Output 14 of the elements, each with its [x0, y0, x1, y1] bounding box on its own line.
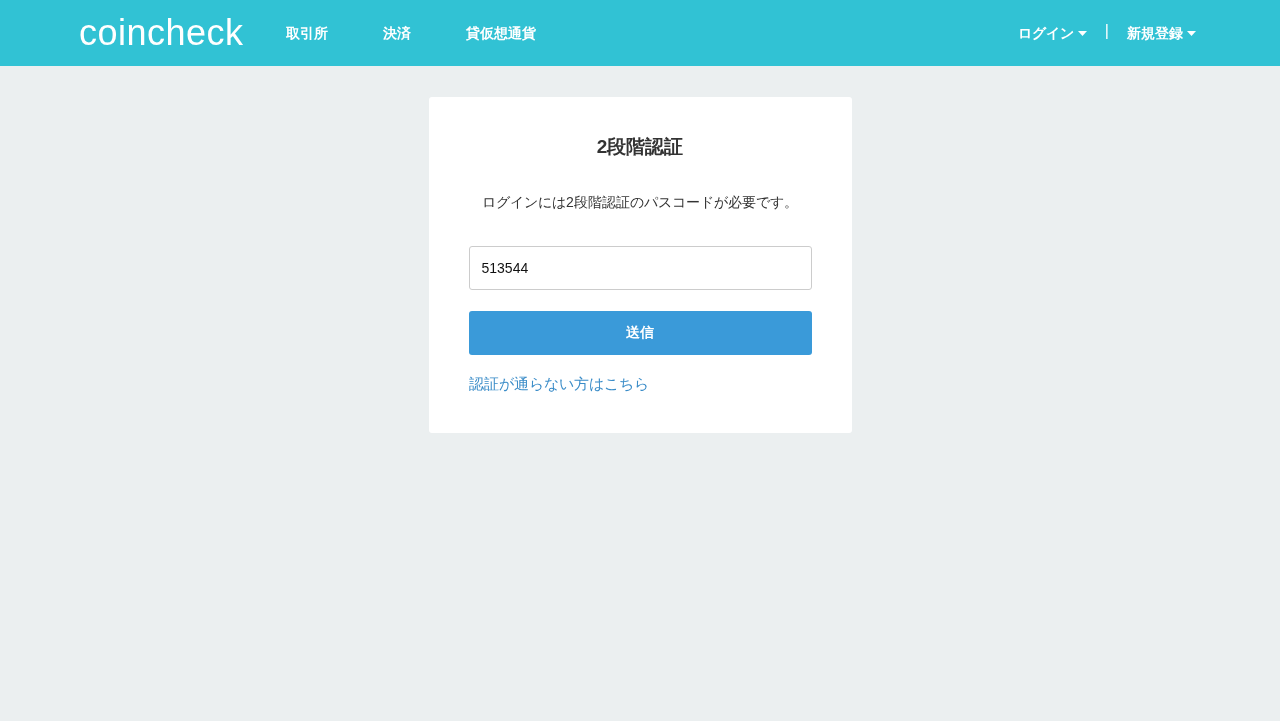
caret-icon — [1187, 30, 1196, 36]
caret-icon — [1077, 30, 1087, 36]
card-title: 2段階認証 — [595, 135, 685, 159]
nav-link[interactable]: 貸仮想通貨 — [465, 22, 536, 44]
nav-link[interactable]: 取引所 — [285, 22, 328, 44]
dropdown-menu-button[interactable]: ログイン — [1017, 22, 1087, 44]
site-logo[interactable]: coincheck — [79, 15, 244, 51]
submit-button[interactable]: 送信 — [468, 310, 812, 355]
nav-link[interactable]: 決済 — [382, 22, 411, 44]
help-link[interactable]: 認証が通らない方はこちら — [468, 372, 649, 395]
menu-separator: | — [1104, 21, 1109, 41]
description-text: ログインには2段階認証のパスコードが必要です。 — [481, 192, 799, 212]
passcode-input-field[interactable]: 513544 — [468, 245, 812, 290]
dropdown-menu-button[interactable]: 新規登録 — [1127, 22, 1196, 44]
